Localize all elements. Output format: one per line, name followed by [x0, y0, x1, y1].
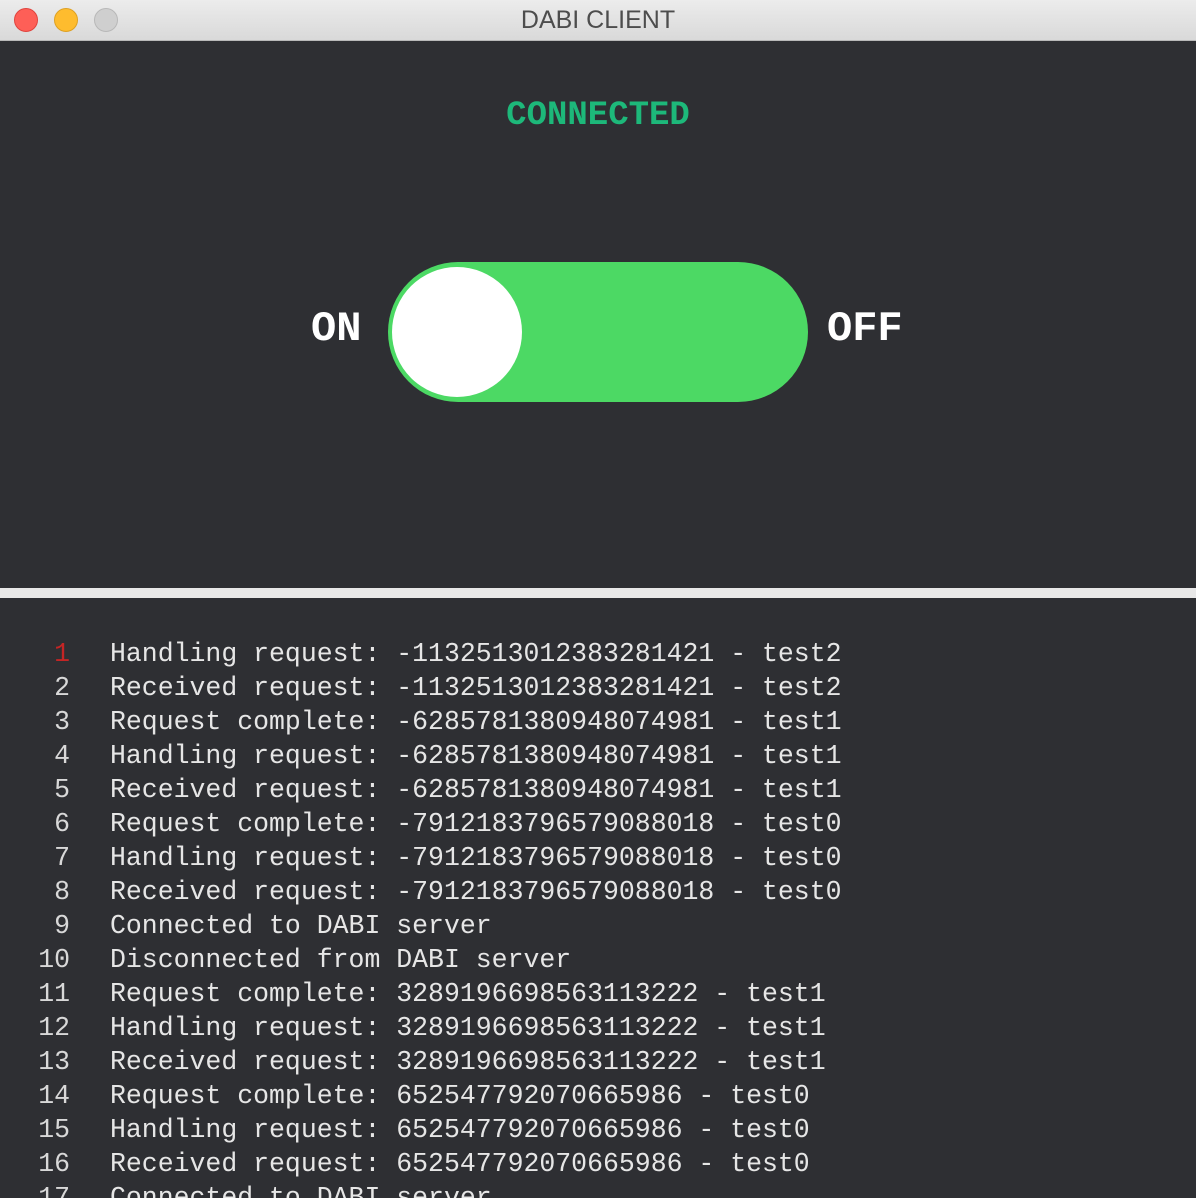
- log-line-text: Received request: -1132513012383281421 -…: [110, 673, 842, 703]
- log-line-number: 11: [38, 979, 70, 1009]
- log-line-number: 6: [54, 809, 70, 839]
- log-line: 2 Received request: -1132513012383281421 …: [0, 671, 1196, 705]
- log-line: 16 Received request: 652547792070665986 -…: [0, 1147, 1196, 1181]
- connection-panel: CONNECTED ON OFF: [0, 41, 1196, 588]
- log-line-text: Received request: 3289196698563113222 - …: [110, 1047, 826, 1077]
- log-line: 14 Request complete: 652547792070665986 -…: [0, 1079, 1196, 1113]
- log-line-text: Received request: -6285781380948074981 -…: [110, 775, 842, 805]
- log-line-number: 5: [54, 775, 70, 805]
- log-line-number: 3: [54, 707, 70, 737]
- toggle-knob[interactable]: [392, 267, 522, 397]
- log-line-number: 17: [38, 1183, 70, 1198]
- log-line-text: Handling request: -7912183796579088018 -…: [110, 843, 842, 873]
- log-line-text: Request complete: -7912183796579088018 -…: [110, 809, 842, 839]
- log-panel[interactable]: 1 Handling request: -1132513012383281421 …: [0, 598, 1196, 1198]
- log-line: 6 Request complete: -7912183796579088018 …: [0, 807, 1196, 841]
- log-line-number: 4: [54, 741, 70, 771]
- log-line-text: Request complete: 652547792070665986 - t…: [110, 1081, 810, 1111]
- log-line: 7 Handling request: -7912183796579088018 …: [0, 841, 1196, 875]
- log-line-number: 7: [54, 843, 70, 873]
- log-line-number: 16: [38, 1149, 70, 1179]
- log-line-text: Received request: 652547792070665986 - t…: [110, 1149, 810, 1179]
- log-line-number: 13: [38, 1047, 70, 1077]
- log-line-text: Request complete: -6285781380948074981 -…: [110, 707, 842, 737]
- log-line-number: 1: [54, 639, 70, 669]
- title-bar: DABI CLIENT: [0, 0, 1196, 41]
- log-line-number: 9: [54, 911, 70, 941]
- log-line: 17 Connected to DABI server: [0, 1181, 1196, 1198]
- log-line: 9 Connected to DABI server: [0, 909, 1196, 943]
- log-line-number: 14: [38, 1081, 70, 1111]
- log-line-text: Handling request: -1132513012383281421 -…: [110, 639, 842, 669]
- toggle-on-label: ON: [311, 305, 362, 353]
- log-line-number: 12: [38, 1013, 70, 1043]
- log-line-number: 10: [38, 945, 70, 975]
- panel-divider[interactable]: [0, 588, 1196, 598]
- connection-toggle-switch[interactable]: [388, 262, 808, 402]
- log-line: 11 Request complete: 3289196698563113222 …: [0, 977, 1196, 1011]
- log-line-number: 2: [54, 673, 70, 703]
- log-line: 15 Handling request: 652547792070665986 -…: [0, 1113, 1196, 1147]
- log-line-text: Request complete: 3289196698563113222 - …: [110, 979, 826, 1009]
- log-line: 1 Handling request: -1132513012383281421 …: [0, 637, 1196, 671]
- log-line: 12 Handling request: 3289196698563113222 …: [0, 1011, 1196, 1045]
- log-line: 13 Received request: 3289196698563113222 …: [0, 1045, 1196, 1079]
- log-line: 5 Received request: -6285781380948074981 …: [0, 773, 1196, 807]
- log-line: 8 Received request: -7912183796579088018 …: [0, 875, 1196, 909]
- window-title: DABI CLIENT: [520, 6, 676, 34]
- log-line: 4 Handling request: -6285781380948074981 …: [0, 739, 1196, 773]
- log-list: 1 Handling request: -1132513012383281421 …: [0, 637, 1196, 1198]
- log-line: 3 Request complete: -6285781380948074981 …: [0, 705, 1196, 739]
- log-line: 10 Disconnected from DABI server: [0, 943, 1196, 977]
- log-line-text: Connected to DABI server: [110, 911, 492, 941]
- log-line-text: Connected to DABI server: [110, 1183, 492, 1198]
- log-line-text: Received request: -7912183796579088018 -…: [110, 877, 842, 907]
- log-line-text: Handling request: 652547792070665986 - t…: [110, 1115, 810, 1145]
- log-line-text: Disconnected from DABI server: [110, 945, 572, 975]
- log-line-number: 15: [38, 1115, 70, 1145]
- app-window: DABI CLIENT CONNECTED ON OFF 1 Handling r…: [0, 0, 1196, 1198]
- log-line-number: 8: [54, 877, 70, 907]
- log-line-text: Handling request: -6285781380948074981 -…: [110, 741, 842, 771]
- log-line-text: Handling request: 3289196698563113222 - …: [110, 1013, 826, 1043]
- connection-status: CONNECTED: [506, 97, 690, 135]
- toggle-off-label: OFF: [827, 305, 903, 353]
